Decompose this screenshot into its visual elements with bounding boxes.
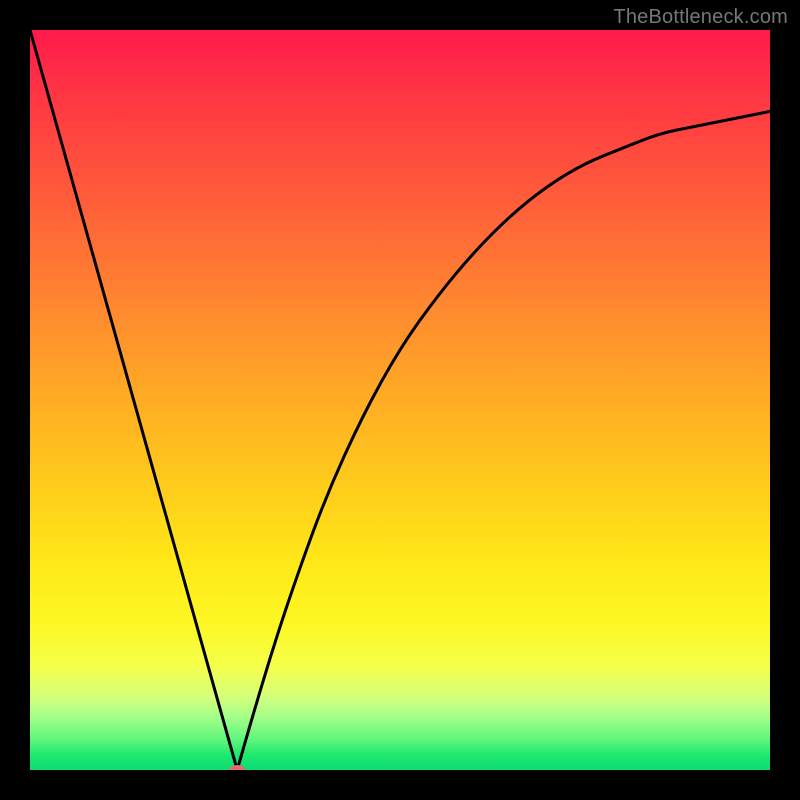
chart-frame: TheBottleneck.com	[0, 0, 800, 800]
bottleneck-curve	[30, 30, 770, 770]
notch-marker	[229, 765, 245, 770]
plot-area	[30, 30, 770, 770]
curve-svg	[30, 30, 770, 770]
watermark-text: TheBottleneck.com	[613, 6, 788, 29]
